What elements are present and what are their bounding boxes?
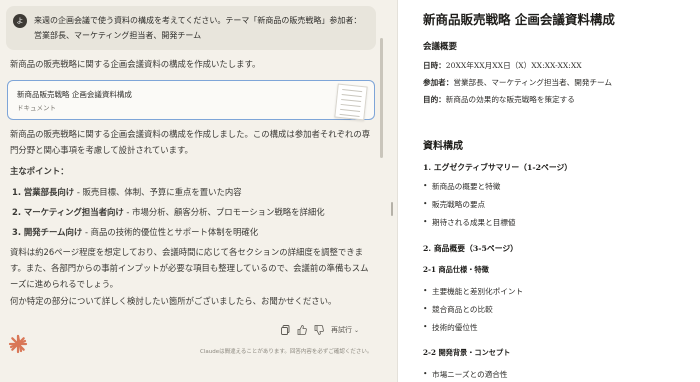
structure-heading: 資料構成 [423,141,463,152]
list-item: 技術的優位性 [423,322,477,333]
disclaimer: Claudeは間違えることがあります。回答内容を必ずご確認ください。 [200,349,373,355]
point-text: - 販売目標、体制、予算に重点を置いた内容 [74,187,242,197]
overview-date: 日時：20XX年XX月XX日（X）XX:XX-XX:XX [423,60,582,71]
document-panel: 新商品販売戦略 企画会議資料構成 会議概要 日時：20XX年XX月XX日（X）X… [397,0,700,382]
assistant-closing: 何か特定の部分について詳しく検討したい箇所がございましたら、お聞かせください。 [10,296,337,306]
thumbs-down-icon[interactable] [314,325,324,335]
overview-value: 営業部長、マーケティング担当者、開発チーム [453,78,613,87]
overview-heading: 会議概要 [423,42,458,52]
list-item: 3. 開発チーム向け - 商品の技術的優位性とサポート体制を明確化 [12,224,376,240]
point-text: - 市場分析、顧客分析、プロモーション戦略を詳細化 [123,207,325,217]
list-item: 2. マーケティング担当者向け - 市場分析、顧客分析、プロモーション戦略を詳細… [12,204,376,220]
overview-value: 新商品の効果的な販売戦略を策定する [445,95,575,104]
assistant-summary: 新商品の販売戦略に関する企画会議資料の構成を作成しました。この構成は参加者それぞ… [10,129,371,155]
document-card[interactable]: 新商品販売戦略 企画会議資料構成 ドキュメント [7,80,375,121]
section-heading: 2. 商品概要（3-5ページ） [423,244,518,253]
list-item: 競合商品との比較 [423,304,493,315]
avatar: よ [13,14,27,28]
list-item: 主要機能と差別化ポイント [423,286,523,297]
list-item: 市場ニーズとの適合性 [423,369,508,380]
chat-scrollbar[interactable] [380,38,383,158]
point-label: 1. 営業部長向け [12,187,75,197]
chat-panel: よ 来週の企画会議で使う資料の構成を考えてください。テーマ「新商品の販売戦略」参… [0,0,387,382]
point-text: - 商品の技術的優位性とサポート体制を明確化 [82,227,259,237]
subsection-heading: 2-2 開発背景・コンセプト [423,348,511,357]
document-thumbnail-icon [334,83,368,121]
section-heading: 1. エグゼクティブサマリー（1-2ページ） [423,163,573,172]
list-item: 販売戦略の要点 [423,199,485,210]
user-message: よ 来週の企画会議で使う資料の構成を考えてください。テーマ「新商品の販売戦略」参… [6,6,376,50]
document-card-type: ドキュメント [17,104,56,112]
overview-value: 20XX年XX月XX日（X）XX:XX-XX:XX [445,61,582,70]
chevron-down-icon: ⌄ [354,326,360,334]
claude-logo-icon [8,334,28,354]
point-label: 2. マーケティング担当者向け [12,207,124,217]
thumbs-up-icon[interactable] [297,325,307,335]
copy-icon[interactable] [280,325,290,335]
overview-participants: 参加者：営業部長、マーケティング担当者、開発チーム [423,77,612,88]
user-message-text: 来週の企画会議で使う資料の構成を考えてください。テーマ「新商品の販売戦略」参加者… [34,16,362,40]
assistant-paragraph: 資料は約26ページ程度を想定しており、会議時間に応じて各セクションの詳細度を調整… [10,247,369,289]
overview-label: 参加者： [423,78,454,87]
panel-divider[interactable] [387,0,397,382]
subsection-heading: 2-1 商品仕様・特徴 [423,265,489,274]
document-card-title: 新商品販売戦略 企画会議資料構成 [17,90,132,99]
overview-label: 日時： [423,61,446,70]
point-label: 3. 開発チーム向け [12,227,83,237]
list-item: 期待される成果と目標値 [423,217,515,228]
retry-label: 再試行 [331,326,352,334]
points-heading: 主なポイント： [10,166,69,176]
document-title: 新商品販売戦略 企画会議資料構成 [423,12,615,27]
assistant-intro: 新商品の販売戦略に関する企画会議資料の構成を作成いたします。 [10,59,261,69]
resize-handle[interactable] [391,202,393,216]
overview-label: 目的： [423,95,446,104]
overview-purpose: 目的：新商品の効果的な販売戦略を策定する [423,94,575,105]
retry-button[interactable]: 再試行 ⌄ [331,325,359,335]
message-actions: 再試行 ⌄ [280,324,359,336]
list-item: 1. 営業部長向け - 販売目標、体制、予算に重点を置いた内容 [12,184,376,200]
list-item: 新商品の概要と特徴 [423,181,500,192]
